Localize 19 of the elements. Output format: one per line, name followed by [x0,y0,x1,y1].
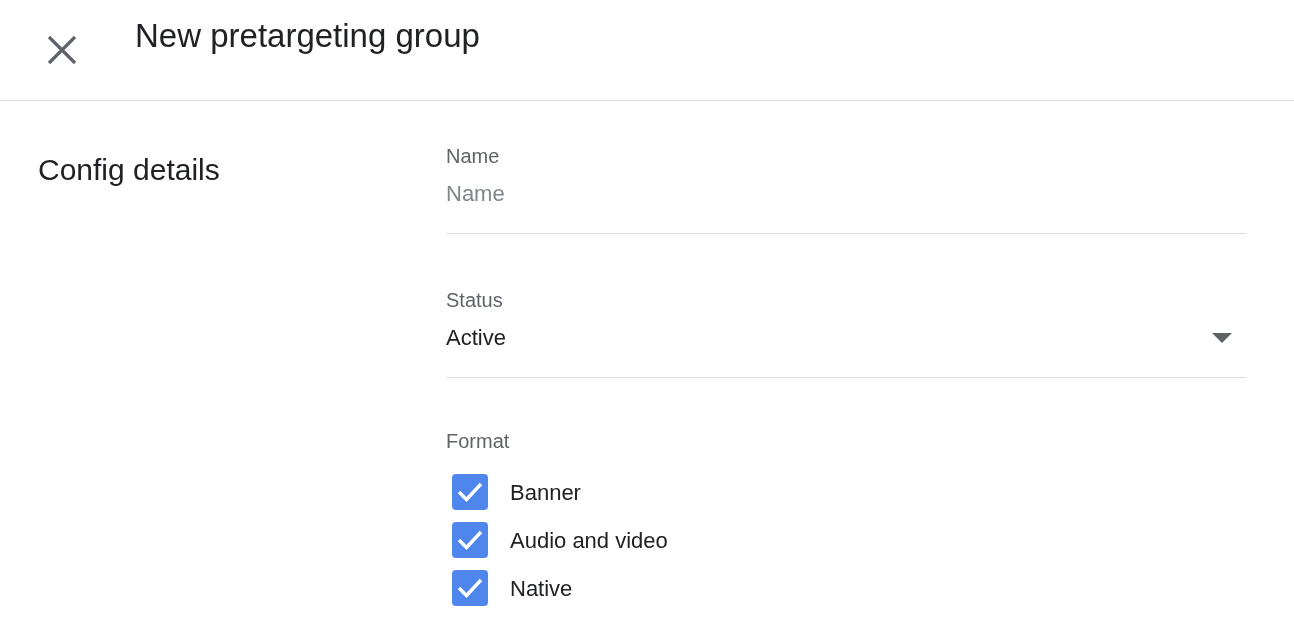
close-icon [47,35,77,65]
dropdown-arrow-icon [1212,333,1232,343]
dropdown-value: Active [446,324,506,352]
page-title: New pretargeting group [135,16,480,57]
checkbox[interactable] [452,522,488,558]
checkbox[interactable] [452,570,488,606]
checkmark-icon [457,529,483,551]
checkbox-label: Banner [510,478,581,507]
checkmark-icon [457,481,483,503]
name-input[interactable]: Name [446,179,1246,209]
field-label: Name [446,144,501,169]
checkbox-label: Native [510,574,573,603]
field-label: Format [446,429,511,454]
checkbox-label: Audio and video [510,526,668,555]
section-title: Config details [38,152,221,188]
checkbox[interactable] [452,474,488,510]
field-label: Status [446,288,504,313]
status-dropdown[interactable]: Status Active [446,287,1246,378]
checkmark-icon [457,577,483,599]
